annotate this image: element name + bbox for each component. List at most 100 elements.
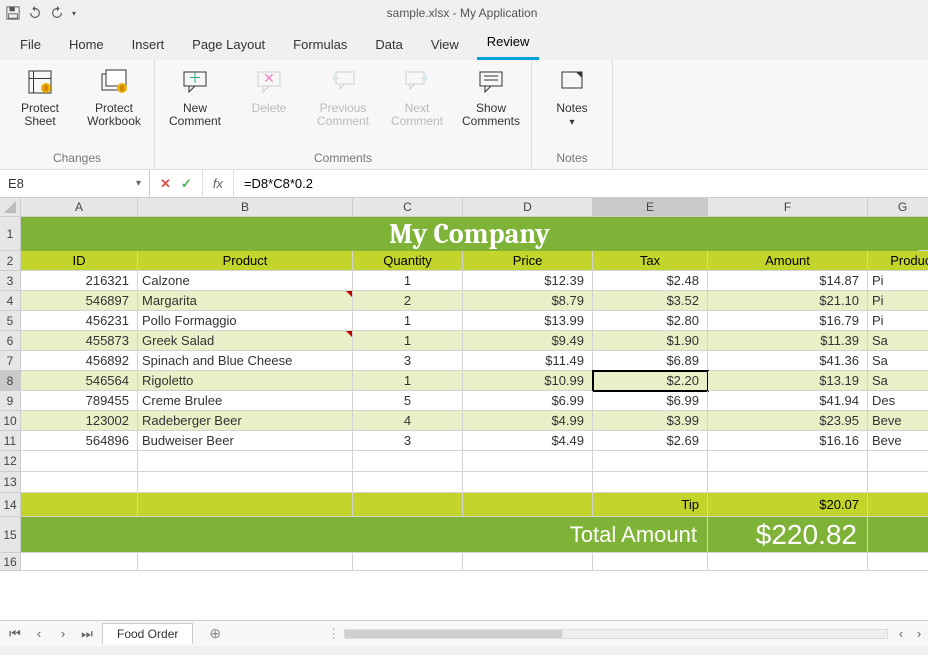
table-cell[interactable]: 546897 xyxy=(21,291,138,311)
table-cell[interactable]: $2.48 xyxy=(593,271,708,291)
cell[interactable] xyxy=(21,451,138,472)
select-all-corner[interactable] xyxy=(0,198,21,217)
table-cell[interactable]: Des xyxy=(868,391,928,411)
col-header-F[interactable]: F xyxy=(708,198,868,216)
cell[interactable] xyxy=(868,451,928,472)
undo-icon[interactable] xyxy=(28,6,42,20)
table-cell[interactable]: 455873 xyxy=(21,331,138,351)
table-cell[interactable]: Pi xyxy=(868,311,928,331)
row-header-1[interactable]: 1 xyxy=(0,217,20,251)
cell[interactable] xyxy=(21,553,138,571)
name-box[interactable]: E8 ▾ xyxy=(0,170,150,197)
cell[interactable] xyxy=(918,217,928,251)
col-header-B[interactable]: B xyxy=(138,198,353,216)
menu-review[interactable]: Review xyxy=(477,28,540,60)
table-cell[interactable]: Sa xyxy=(868,371,928,391)
menu-formulas[interactable]: Formulas xyxy=(283,31,357,60)
add-sheet-button[interactable]: ⊕ xyxy=(199,625,221,642)
cell[interactable] xyxy=(593,472,708,493)
row-header-11[interactable]: 11 xyxy=(0,431,20,451)
table-cell[interactable]: $2.69 xyxy=(593,431,708,451)
table-cell[interactable]: $6.99 xyxy=(463,391,593,411)
table-cell[interactable]: Rigoletto xyxy=(138,371,353,391)
table-cell[interactable]: $16.16 xyxy=(708,431,868,451)
table-cell[interactable]: Beve xyxy=(868,411,928,431)
table-cell[interactable]: Creme Brulee xyxy=(138,391,353,411)
table-cell[interactable]: $12.39 xyxy=(463,271,593,291)
cell[interactable] xyxy=(353,553,463,571)
cell[interactable] xyxy=(138,553,353,571)
table-cell[interactable]: 789455 xyxy=(21,391,138,411)
row-header-14[interactable]: 14 xyxy=(0,493,20,517)
first-sheet-button[interactable]: ⏮ xyxy=(6,626,24,642)
cell[interactable] xyxy=(708,472,868,493)
cell[interactable] xyxy=(593,451,708,472)
table-cell[interactable]: $11.39 xyxy=(708,331,868,351)
table-cell[interactable]: $6.89 xyxy=(593,351,708,371)
table-cell[interactable]: $3.99 xyxy=(593,411,708,431)
col-header-A[interactable]: A xyxy=(21,198,138,216)
row-header-6[interactable]: 6 xyxy=(0,331,20,351)
table-cell[interactable]: Radeberger Beer xyxy=(138,411,353,431)
cell[interactable] xyxy=(708,553,868,571)
cell[interactable] xyxy=(138,451,353,472)
protect-workbook-button[interactable]: ProtectWorkbook xyxy=(86,66,142,128)
col-header-C[interactable]: C xyxy=(353,198,463,216)
show-comments-button[interactable]: ShowComments xyxy=(463,66,519,128)
row-header-13[interactable]: 13 xyxy=(0,472,20,493)
cell[interactable] xyxy=(593,553,708,571)
menu-page-layout[interactable]: Page Layout xyxy=(182,31,275,60)
table-cell[interactable]: Pi xyxy=(868,291,928,311)
table-cell[interactable]: $41.36 xyxy=(708,351,868,371)
cell[interactable] xyxy=(463,451,593,472)
table-cell[interactable]: 1 xyxy=(353,331,463,351)
horizontal-scrollbar[interactable] xyxy=(344,629,888,639)
table-cell[interactable]: $2.20 xyxy=(593,371,708,391)
formula-input[interactable] xyxy=(234,170,928,197)
table-cell[interactable]: Budweiser Beer xyxy=(138,431,353,451)
row-header-2[interactable]: 2 xyxy=(0,251,20,271)
row-header-5[interactable]: 5 xyxy=(0,311,20,331)
table-cell[interactable]: $14.87 xyxy=(708,271,868,291)
table-cell[interactable]: $13.19 xyxy=(708,371,868,391)
table-cell[interactable]: 3 xyxy=(353,431,463,451)
table-cell[interactable]: 1 xyxy=(353,371,463,391)
cancel-formula-icon[interactable]: ✕ xyxy=(160,176,171,192)
accept-formula-icon[interactable]: ✓ xyxy=(181,176,192,192)
table-cell[interactable]: 3 xyxy=(353,351,463,371)
scroll-right-button[interactable]: › xyxy=(910,626,928,641)
table-cell[interactable]: 216321 xyxy=(21,271,138,291)
protect-sheet-button[interactable]: ProtectSheet xyxy=(12,66,68,128)
menu-data[interactable]: Data xyxy=(365,31,412,60)
table-cell[interactable]: $1.90 xyxy=(593,331,708,351)
row-header-7[interactable]: 7 xyxy=(0,351,20,371)
table-cell[interactable]: Pi xyxy=(868,271,928,291)
table-cell[interactable]: Calzone xyxy=(138,271,353,291)
table-cell[interactable]: Spinach and Blue Cheese xyxy=(138,351,353,371)
row-header-16[interactable]: 16 xyxy=(0,553,20,571)
chevron-down-icon[interactable]: ▾ xyxy=(136,178,141,189)
sheet-tab[interactable]: Food Order xyxy=(102,623,193,644)
row-header-12[interactable]: 12 xyxy=(0,451,20,472)
table-cell[interactable]: 1 xyxy=(353,271,463,291)
table-cell[interactable]: $4.99 xyxy=(463,411,593,431)
cell[interactable] xyxy=(463,553,593,571)
table-cell[interactable]: $2.80 xyxy=(593,311,708,331)
row-header-8[interactable]: 8 xyxy=(0,371,20,391)
table-cell[interactable]: 2 xyxy=(353,291,463,311)
table-cell[interactable]: $13.99 xyxy=(463,311,593,331)
table-cell[interactable]: 456892 xyxy=(21,351,138,371)
new-comment-button[interactable]: ＋NewComment xyxy=(167,66,223,128)
table-cell[interactable]: 123002 xyxy=(21,411,138,431)
splitter-handle[interactable]: ⋮ xyxy=(327,626,340,642)
cell[interactable] xyxy=(353,451,463,472)
table-cell[interactable]: $9.49 xyxy=(463,331,593,351)
table-cell[interactable]: 564896 xyxy=(21,431,138,451)
row-header-10[interactable]: 10 xyxy=(0,411,20,431)
menu-file[interactable]: File xyxy=(10,31,51,60)
save-icon[interactable] xyxy=(6,6,20,20)
cell[interactable] xyxy=(708,451,868,472)
table-cell[interactable]: 1 xyxy=(353,311,463,331)
table-cell[interactable]: $6.99 xyxy=(593,391,708,411)
redo-icon[interactable] xyxy=(50,6,64,20)
